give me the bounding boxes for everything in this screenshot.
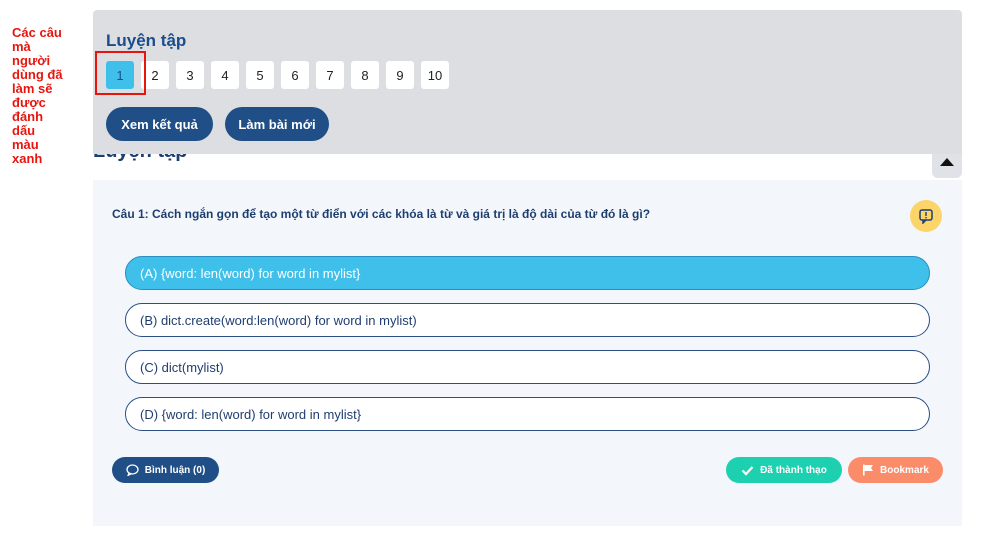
question-text: Câu 1: Cách ngắn gọn để tạo một từ điển … (112, 207, 651, 221)
mastered-button[interactable]: Đã thành thạo (726, 457, 842, 483)
practice-panel: Luyện tập 1 2 3 4 5 6 7 8 9 10 Xem kết q… (93, 10, 962, 154)
practice-title: Luyện tập (106, 31, 187, 50)
annotation-line: dùng đã (12, 67, 63, 82)
view-results-button[interactable]: Xem kết quả (106, 107, 213, 141)
answer-option-label: (C) dict(mylist) (140, 359, 224, 375)
annotation-line: Các câu (12, 25, 62, 40)
annotation-line: mà (12, 39, 31, 54)
annotation-line: làm sẽ (12, 81, 53, 96)
flag-icon (862, 464, 874, 476)
answer-option-label: (D) {word: len(word) for word in mylist} (140, 406, 362, 422)
bookmark-label: Bookmark (880, 464, 929, 476)
annotation-line: đánh (12, 109, 44, 124)
new-attempt-button[interactable]: Làm bài mới (225, 107, 329, 141)
annotation-highlight-box (95, 51, 146, 95)
annotation-line: xanh (12, 151, 43, 166)
answer-option-a[interactable]: (A) {word: len(word) for word in mylist} (125, 256, 930, 290)
annotation-line: màu (12, 137, 39, 152)
question-number[interactable]: 9 (386, 61, 414, 89)
answer-option-d[interactable]: (D) {word: len(word) for word in mylist} (125, 397, 930, 431)
question-number[interactable]: 7 (316, 61, 344, 89)
annotation-note: Các câu mà người dùng đã làm sẽ được đán… (12, 26, 74, 166)
question-number[interactable]: 6 (281, 61, 309, 89)
question-number[interactable]: 8 (351, 61, 379, 89)
annotation-line: được (12, 95, 46, 110)
annotation-line: người (12, 53, 51, 68)
answer-option-c[interactable]: (C) dict(mylist) (125, 350, 930, 384)
bookmark-button[interactable]: Bookmark (848, 457, 943, 483)
question-number[interactable]: 5 (246, 61, 274, 89)
question-card: Câu 1: Cách ngắn gọn để tạo một từ điển … (93, 180, 962, 526)
question-navigator: 1 2 3 4 5 6 7 8 9 10 (106, 61, 449, 89)
report-icon (918, 208, 934, 224)
caret-up-icon (940, 158, 954, 166)
mastered-label: Đã thành thạo (760, 464, 827, 476)
report-button[interactable] (910, 200, 942, 232)
annotation-line: dấu (12, 123, 36, 138)
question-number[interactable]: 4 (211, 61, 239, 89)
comment-button[interactable]: Bình luận (0) (112, 457, 219, 483)
answer-option-label: (B) dict.create(word:len(word) for word … (140, 312, 417, 328)
answer-option-b[interactable]: (B) dict.create(word:len(word) for word … (125, 303, 930, 337)
check-icon (741, 465, 754, 476)
question-number[interactable]: 10 (421, 61, 449, 89)
question-number[interactable]: 3 (176, 61, 204, 89)
comment-label: Bình luận (0) (144, 464, 206, 476)
page: Các câu mà người dùng đã làm sẽ được đán… (0, 0, 984, 540)
speech-bubble-icon (126, 464, 139, 476)
answer-option-label: (A) {word: len(word) for word in mylist} (140, 265, 361, 281)
